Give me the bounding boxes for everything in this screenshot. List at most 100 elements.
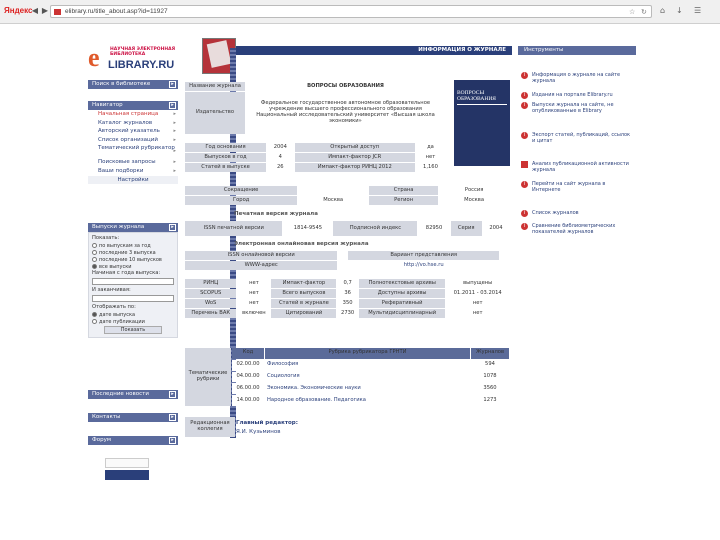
stat-label: Открытый доступ xyxy=(294,143,415,152)
menu-icon[interactable]: ☰ xyxy=(694,6,701,15)
info-icon: i xyxy=(521,132,528,139)
tool-export[interactable]: i Экспорт статей, публикаций, ссылок и ци… xyxy=(520,132,634,144)
forum-block[interactable]: Форум ▸ xyxy=(88,436,178,445)
editorial-label-table: Редакционная коллегия xyxy=(184,416,236,438)
stat-value: 26 xyxy=(267,163,294,172)
back-icon[interactable]: ◀ xyxy=(30,6,40,16)
reload-icon[interactable]: ↻ xyxy=(641,8,647,16)
radio-all[interactable]: все выпуски xyxy=(92,263,174,270)
radio-icon xyxy=(92,319,97,324)
elibrary-logo[interactable]: e НАУЧНАЯ ЭЛЕКТРОННАЯ БИБЛИОТЕКА LIBRARY… xyxy=(88,45,188,75)
nav-item-label: Начальная страница xyxy=(98,111,159,117)
table-row[interactable]: 06.00.00 Экономика. Экономические науки 35… xyxy=(185,383,509,395)
collapse-icon: ▸ xyxy=(169,414,176,421)
rubric-name[interactable]: Социология xyxy=(265,371,470,383)
tool-label: Сравнение библиометрических показателей … xyxy=(532,223,616,235)
search-icon: ▸ xyxy=(169,81,176,88)
news-header[interactable]: Последние новости ▸ xyxy=(88,390,178,399)
home-icon[interactable]: ⌂ xyxy=(660,6,665,15)
db-value: нет xyxy=(237,289,271,298)
favicon-icon xyxy=(54,9,61,15)
collapse-icon[interactable]: ▸ xyxy=(169,102,176,109)
online-label: WWW-адрес xyxy=(185,261,338,270)
news-block[interactable]: Последние новости ▸ xyxy=(88,390,178,399)
forward-icon[interactable]: ▶ xyxy=(40,6,50,16)
nav-item-orgs[interactable]: Список организаций ▸ xyxy=(88,136,178,145)
chevron-right-icon: ▸ xyxy=(173,159,176,166)
stat-value: 2004 xyxy=(267,143,294,152)
rubric-col-header: Код xyxy=(232,348,264,359)
tool-portal-editions[interactable]: i Издания на портале Elibrary.ru xyxy=(520,92,634,99)
radio-by-year[interactable]: по выпускам за год xyxy=(92,242,174,249)
geo-label: Регион xyxy=(369,196,439,205)
radio-label: последние 3 выпуска xyxy=(99,249,156,256)
rubric-name[interactable]: Народное образование. Педагогика xyxy=(265,395,470,406)
info-icon: i xyxy=(521,72,528,79)
tool-compare[interactable]: i Сравнение библиометрических показателей… xyxy=(520,223,634,235)
db-value: нет xyxy=(237,299,271,308)
db-label: Импакт-фактор xyxy=(271,279,337,288)
radio-sort-publication[interactable]: дате публикации xyxy=(92,318,174,325)
address-bar[interactable]: elibrary.ru/title_about.asp?id=11927 ☆ ↻ xyxy=(50,5,652,18)
table-row[interactable]: 02.00.00 Философия 594 xyxy=(185,359,509,371)
nav-item-rubricator[interactable]: Тематический рубрикатор ▸ xyxy=(88,144,178,158)
contacts-header[interactable]: Контакты ▸ xyxy=(88,413,178,422)
online-label: ISSN онлайновой версии xyxy=(185,251,338,260)
tool-label: Перейти на сайт журнала в Интернете xyxy=(532,181,606,193)
star-icon[interactable]: ☆ xyxy=(629,8,635,16)
radio-sort-date[interactable]: дате выпуска xyxy=(92,311,174,318)
forum-header[interactable]: Форум ▸ xyxy=(88,436,178,445)
editor-name-link[interactable]: Я.И. Кузьминов xyxy=(236,429,280,435)
radio-icon xyxy=(92,257,97,262)
tool-label: Анализ публикационной активности журнала xyxy=(532,161,629,173)
address-url: elibrary.ru/title_about.asp?id=11927 xyxy=(65,8,168,15)
table-row[interactable]: 14.00.00 Народное образование. Педагогика… xyxy=(185,395,509,406)
nav-item-collections[interactable]: Ваши подборки ▸ xyxy=(88,167,178,176)
tool-website[interactable]: i Перейти на сайт журнала в Интернете xyxy=(520,181,634,193)
tool-journal-list[interactable]: i Список журналов xyxy=(520,210,634,217)
radio-last-10[interactable]: последние 10 выпусков xyxy=(92,256,174,263)
radio-label: дате выпуска xyxy=(99,311,136,318)
nav-item-label: Поисковые запросы xyxy=(98,159,156,166)
geo-label: Сокращение xyxy=(185,186,298,195)
search-library-label: Поиск в библиотеке xyxy=(92,81,151,87)
news-title: Последние новости xyxy=(92,391,149,397)
search-library-button[interactable]: Поиск в библиотеке ▸ xyxy=(88,80,178,89)
cover-divider xyxy=(457,104,507,105)
download-icon[interactable]: ↓ xyxy=(676,6,683,15)
radio-last-3[interactable]: последние 3 выпуска xyxy=(92,249,174,256)
radio-selected-icon xyxy=(92,312,97,317)
online-label: Вариант представления xyxy=(347,251,500,260)
journal-info-header: ИНФОРМАЦИЯ О ЖУРНАЛЕ xyxy=(236,46,512,55)
tool-label: Издания на портале Elibrary.ru xyxy=(532,92,613,98)
db-value: 01.2011 - 03.2014 xyxy=(446,289,509,298)
nav-item-home[interactable]: Начальная страница ▸ xyxy=(88,110,178,119)
db-label: Всего выпусков xyxy=(271,289,337,298)
year-from-input[interactable] xyxy=(92,278,174,285)
settings-link[interactable]: Настройки xyxy=(88,175,178,185)
tool-unpublished-issues[interactable]: i Выпуски журнала на сайте, не опубликова… xyxy=(520,102,634,114)
table-row[interactable]: 04.00.00 Социология 1078 xyxy=(185,371,509,383)
tool-analysis[interactable]: Анализ публикационной активности журнала xyxy=(520,161,634,173)
geo-value: Россия xyxy=(439,186,509,195)
db-label: Цитирований xyxy=(271,309,337,318)
rubric-name[interactable]: Философия xyxy=(265,359,470,371)
nav-item-queries[interactable]: Поисковые запросы ▸ xyxy=(88,158,178,167)
stat-label: Импакт-фактор JCR xyxy=(294,153,415,162)
db-value: нет xyxy=(237,279,271,288)
tool-journal-info[interactable]: i Информация о журнале на сайте журнала xyxy=(520,72,634,84)
chevron-right-icon: ▸ xyxy=(173,148,176,155)
journal-stats-table: Год основания 2004 Открытый доступ да Выпус… xyxy=(184,142,446,173)
nav-item-catalog[interactable]: Каталог журналов ▸ xyxy=(88,119,178,128)
year-to-input[interactable] xyxy=(92,295,174,302)
contacts-block[interactable]: Контакты ▸ xyxy=(88,413,178,422)
tool-label: Информация о журнале на сайте журнала xyxy=(532,72,621,84)
tool-label: Экспорт статей, публикаций, ссылок и цит… xyxy=(532,132,631,144)
collapse-icon[interactable]: ▸ xyxy=(169,224,176,231)
nav-item-authors[interactable]: Авторский указатель ▸ xyxy=(88,127,178,136)
website-link[interactable]: http://vo.hse.ru xyxy=(347,261,500,270)
online-value xyxy=(500,261,509,270)
show-button[interactable]: Показать xyxy=(104,326,162,334)
rubric-name[interactable]: Экономика. Экономические науки xyxy=(265,383,470,395)
search-library-block[interactable]: Поиск в библиотеке ▸ xyxy=(88,80,178,89)
